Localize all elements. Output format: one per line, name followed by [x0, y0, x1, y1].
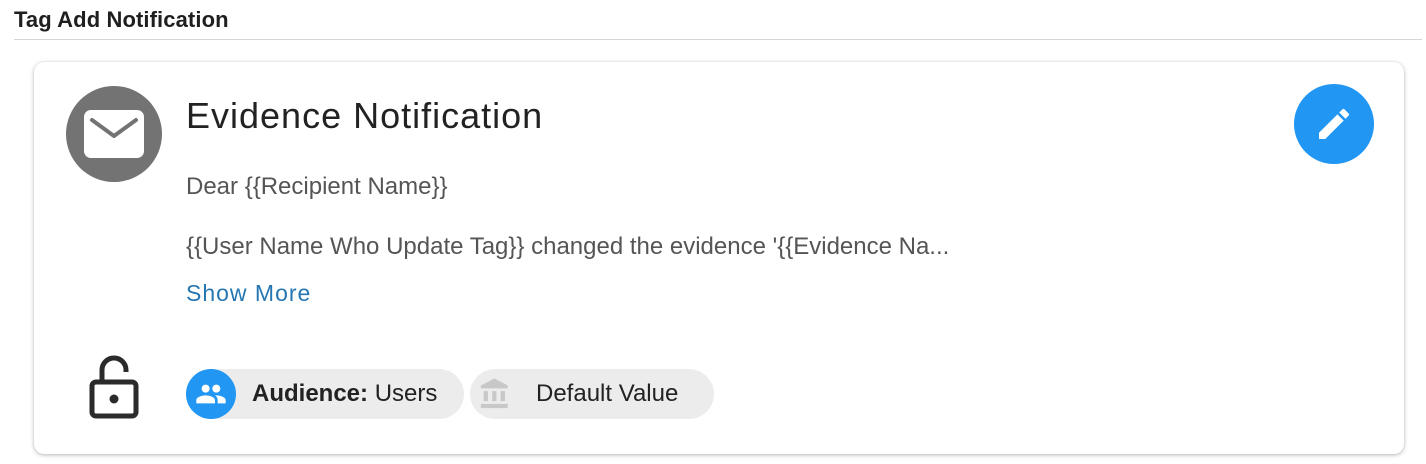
section-title: Tag Add Notification [14, 7, 229, 32]
default-value-label: Default Value [536, 380, 679, 407]
pencil-icon [1319, 108, 1350, 139]
notification-avatar [66, 86, 162, 182]
mail-icon [84, 110, 144, 158]
notification-title: Evidence Notification [186, 95, 544, 136]
audience-value: Users [374, 380, 438, 407]
notification-card: Evidence Notification Dear {{Recipient N… [34, 62, 1404, 454]
edit-button[interactable] [1294, 84, 1374, 164]
notification-greeting: Dear {{Recipient Name}} [186, 173, 448, 200]
show-more-link[interactable]: Show More [186, 276, 311, 310]
notification-body-preview: {{User Name Who Update Tag}} changed the… [186, 233, 950, 260]
default-value-chip-icon [470, 369, 520, 419]
audience-chip-avatar [186, 369, 236, 419]
audience-chip: Audience: Users [186, 369, 464, 419]
group-icon [196, 384, 226, 404]
unlocked-padlock-icon [89, 355, 139, 419]
default-value-chip: Default Value [470, 369, 714, 419]
audience-chip-text: Audience: Users [252, 369, 437, 419]
bank-icon [480, 378, 508, 409]
audience-label: Audience: [252, 380, 369, 407]
section-header: Tag Add Notification [14, 4, 1422, 40]
